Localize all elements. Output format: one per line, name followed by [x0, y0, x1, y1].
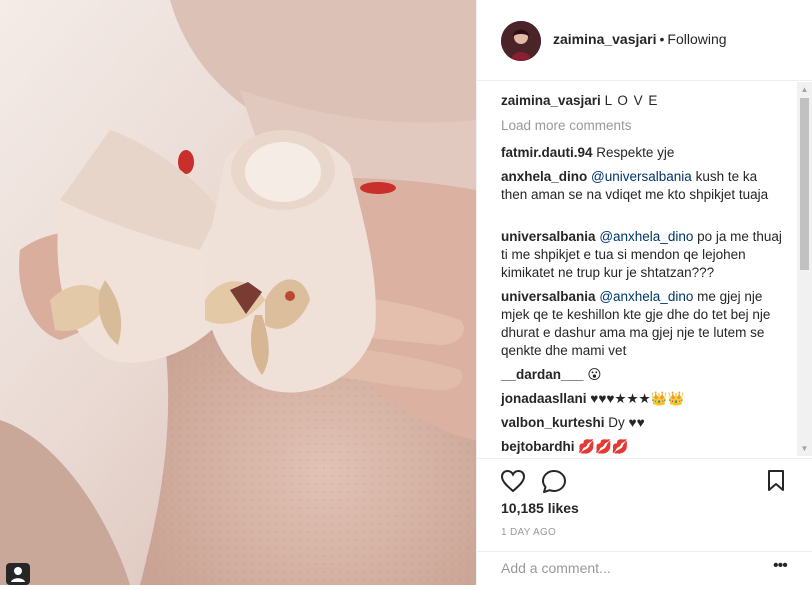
separator-dot: •: [659, 31, 665, 47]
caption: zaimina_vasjari L O V E: [501, 92, 787, 110]
likes-count[interactable]: 10,185 likes: [501, 500, 579, 516]
post-sidebar: zaimina_vasjari • Following zaimina_vasjar…: [476, 0, 812, 585]
avatar[interactable]: [501, 21, 541, 61]
comments-list[interactable]: zaimina_vasjari L O V E Load more commen…: [477, 82, 797, 458]
comment-text: Dy ♥♥: [608, 415, 645, 430]
heart-outline-icon[interactable]: [500, 469, 526, 498]
bookmark-icon[interactable]: [766, 469, 786, 498]
user-tag-icon[interactable]: [6, 563, 30, 585]
comment-username[interactable]: __dardan___: [501, 367, 584, 382]
comments-scrollbar[interactable]: ▲ ▼: [797, 82, 812, 456]
speech-bubble-icon[interactable]: [541, 469, 567, 498]
comment-username[interactable]: valbon_kurteshi: [501, 415, 605, 430]
comment-item: bejtobardhi 💋💋💋: [501, 438, 787, 456]
caption-username[interactable]: zaimina_vasjari: [501, 93, 601, 108]
comment-text: 😮: [587, 367, 602, 382]
comment-item: __dardan___ 😮: [501, 366, 787, 384]
comment-item: valbon_kurteshi Dy ♥♥: [501, 414, 787, 432]
header-text: zaimina_vasjari • Following: [553, 31, 727, 47]
comment-username[interactable]: fatmir.dauti.94: [501, 145, 593, 160]
comment-username[interactable]: universalbania: [501, 289, 596, 304]
comment-mention[interactable]: @anxhela_dino: [599, 289, 693, 304]
comment-item: anxhela_dino @universalbania kush te ka …: [501, 168, 787, 204]
comment-username[interactable]: anxhela_dino: [501, 169, 587, 184]
load-more-comments-link[interactable]: Load more comments: [501, 118, 632, 133]
post-timestamp[interactable]: 1 DAY AGO: [501, 527, 556, 538]
caption-text: L O V E: [604, 93, 659, 108]
post-image[interactable]: [0, 0, 476, 585]
comment-text: Respekte yje: [596, 145, 675, 160]
comment-text: ♥♥♥★★★👑👑: [590, 391, 685, 406]
comment-username[interactable]: bejtobardhi: [501, 439, 575, 454]
comment-username[interactable]: universalbania: [501, 229, 596, 244]
post-header: zaimina_vasjari • Following: [477, 0, 812, 81]
post-actions: [477, 458, 812, 502]
add-comment-input[interactable]: [501, 560, 761, 576]
comment-username[interactable]: jonadaasllani: [501, 391, 587, 406]
comment-item: universalbania @anxhela_dino me gjej nje…: [501, 288, 787, 360]
comment-item: universalbania @anxhela_dino po ja me th…: [501, 228, 787, 282]
comment-item: fatmir.dauti.94 Respekte yje: [501, 144, 787, 162]
comment-mention[interactable]: @anxhela_dino: [599, 229, 693, 244]
comment-item: jonadaasllani ♥♥♥★★★👑👑: [501, 390, 787, 408]
follow-status-button[interactable]: Following: [667, 31, 726, 47]
more-options-icon[interactable]: •••: [773, 557, 788, 575]
add-comment-bar: •••: [477, 551, 812, 585]
scroll-down-arrow-icon[interactable]: ▼: [797, 441, 812, 456]
comment-text: 💋💋💋: [578, 439, 629, 454]
scroll-up-arrow-icon[interactable]: ▲: [797, 82, 812, 97]
scroll-thumb[interactable]: [800, 98, 809, 270]
baby-booties-photo: [0, 0, 476, 585]
header-username[interactable]: zaimina_vasjari: [553, 31, 657, 47]
comment-mention[interactable]: @universalbania: [591, 169, 692, 184]
